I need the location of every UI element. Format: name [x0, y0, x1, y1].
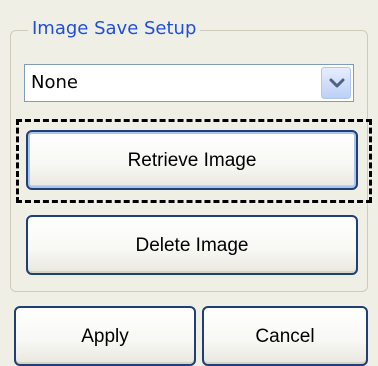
image-save-dropdown[interactable]: None	[24, 64, 354, 102]
dropdown-arrow-button[interactable]	[321, 67, 351, 99]
cancel-button[interactable]: Cancel	[202, 306, 368, 366]
delete-image-button[interactable]: Delete Image	[26, 215, 358, 275]
chevron-down-icon	[329, 78, 345, 88]
dropdown-value: None	[31, 72, 78, 93]
group-title: Image Save Setup	[28, 16, 201, 42]
apply-button[interactable]: Apply	[14, 306, 196, 366]
retrieve-image-button[interactable]: Retrieve Image	[26, 130, 358, 190]
